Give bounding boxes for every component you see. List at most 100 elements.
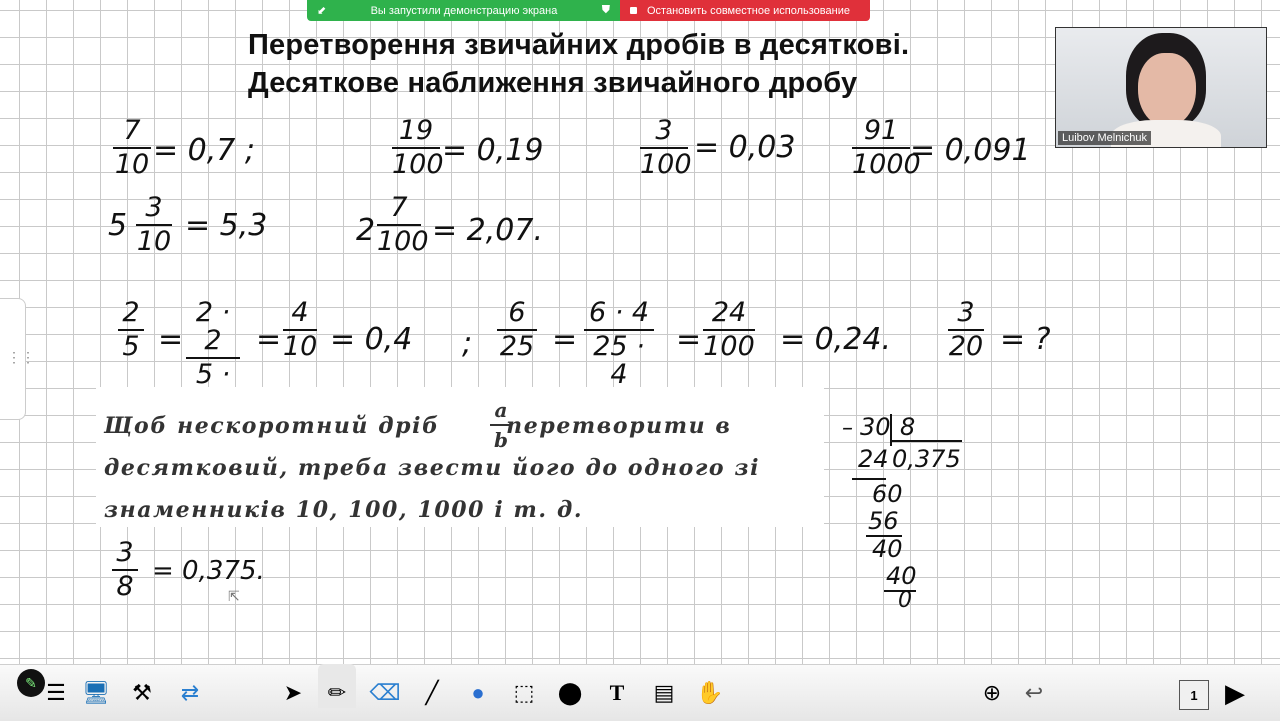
equals-sign: = xyxy=(676,322,702,357)
fill-icon[interactable]: ⬤ xyxy=(554,677,586,709)
denominator: 8 xyxy=(116,571,134,602)
denominator: 10 xyxy=(283,331,318,362)
fraction-2-5: 25 xyxy=(118,299,144,361)
cube-icon[interactable]: ⬚ xyxy=(508,677,540,709)
next-arrow-icon[interactable]: ▶ xyxy=(1219,677,1251,709)
fraction-91-1000: 91 1000 xyxy=(852,115,921,180)
pen-icon[interactable]: ✏ xyxy=(321,677,353,709)
page-number[interactable]: 1 xyxy=(1179,680,1209,710)
fraction-3-8: 38 xyxy=(112,539,138,601)
numerator: 91 xyxy=(863,115,899,146)
numerator: 3 xyxy=(145,192,163,223)
result-2-07: = 2,07. xyxy=(432,213,544,248)
circle-icon[interactable]: ● xyxy=(462,677,494,709)
undo-icon[interactable]: ↩ xyxy=(1018,677,1050,709)
divisor: 8 xyxy=(900,413,916,441)
fraction-24-100: 24 100 xyxy=(703,299,755,361)
denominator: 25 xyxy=(499,331,535,362)
step-24: 24 xyxy=(858,445,889,473)
denominator: 100 xyxy=(377,226,429,257)
rule-text: Щоб нескоротний дріб перетворити в десят… xyxy=(104,405,804,531)
numerator: 19 xyxy=(398,115,434,146)
sharing-status[interactable]: ⬋ Вы запустили демонстрацию экрана ⛊ xyxy=(307,0,620,21)
mouse-cursor-icon: ⇱ xyxy=(228,588,240,604)
grip-icon: ⋮⋮ xyxy=(7,349,35,365)
denominator: 10 xyxy=(136,226,172,257)
dividend: 30 xyxy=(860,413,891,441)
shield-icon: ⛊ xyxy=(601,4,610,16)
result-0-7: = 0,7 ; xyxy=(153,133,256,168)
participant-name: Luibov Melnichuk xyxy=(1058,131,1151,145)
title-line-1: Перетворення звичайних дробів в десятков… xyxy=(248,29,910,61)
fraction-7-100: 7 100 xyxy=(377,192,429,257)
eraser-icon[interactable]: ⌫ xyxy=(369,677,401,709)
rule-fraction-a-b: ab xyxy=(490,398,512,452)
fraction-4-10: 4 10 xyxy=(283,299,317,361)
result-0-375: = 0,375. xyxy=(152,556,265,586)
rule-part-1: Щоб нескоротний дріб xyxy=(104,413,440,439)
select-arrow-icon[interactable]: ➤ xyxy=(277,677,309,709)
stop-icon xyxy=(630,7,637,14)
screen-share-bar: ⬋ Вы запустили демонстрацию экрана ⛊ Ост… xyxy=(307,0,870,21)
denominator: 5 xyxy=(122,331,140,362)
fraction-6-25: 6 25 xyxy=(497,299,537,361)
denominator: 100 xyxy=(703,331,755,362)
denominator: 1000 xyxy=(852,149,921,180)
hand-icon[interactable]: ✋ xyxy=(694,677,726,709)
result-0-03: = 0,03 xyxy=(694,130,796,165)
fraction-3-20: 3 20 xyxy=(948,299,984,361)
separator: ; xyxy=(462,326,473,361)
stop-sharing-button[interactable]: Остановить совместное использование xyxy=(620,0,870,21)
step-40: 40 xyxy=(872,535,903,563)
page-icon[interactable]: ▤ xyxy=(648,677,680,709)
menu-icon[interactable]: ☰ xyxy=(40,677,72,709)
chevron-down-icon[interactable]: ⬋ xyxy=(317,4,326,17)
numerator: 7 xyxy=(390,192,408,223)
numerator: 2 · 2 xyxy=(195,297,231,356)
numerator: a xyxy=(494,398,508,422)
denominator: 25 · 4 xyxy=(593,331,645,390)
step-0: 0 xyxy=(898,588,912,613)
step-40b: 40 xyxy=(886,562,917,590)
side-panel-tab[interactable]: ⋮⋮ xyxy=(0,298,35,420)
result-0-24: = 0,24. xyxy=(780,322,892,357)
line-icon[interactable]: ╱ xyxy=(416,677,448,709)
numerator: 3 xyxy=(116,537,134,568)
denominator: 100 xyxy=(392,149,444,180)
minus-sign: – xyxy=(842,416,853,441)
numerator: 6 · 4 xyxy=(588,297,650,328)
share-icon[interactable]: ⇄ xyxy=(174,677,206,709)
webcam-person-face xyxy=(1138,53,1196,127)
equals-sign: = xyxy=(158,322,184,357)
title-line-2: Десяткове наближення звичайного дробу xyxy=(248,67,858,99)
stop-sharing-label: Остановить совместное использование xyxy=(647,4,850,17)
result-0-19: = 0,19 xyxy=(442,133,544,168)
numerator: 4 xyxy=(291,297,309,328)
tools-icon[interactable]: ⚒ xyxy=(126,677,158,709)
screen-icon[interactable]: 🖥 xyxy=(80,677,112,709)
numerator: 2 xyxy=(122,297,140,328)
fraction-7-10: 7 10 xyxy=(113,117,151,179)
denominator: 10 xyxy=(114,149,150,180)
result-question: = ? xyxy=(1000,322,1051,357)
webcam-video[interactable]: Luibov Melnichuk xyxy=(1055,27,1267,148)
whole-2: 2 xyxy=(356,213,376,248)
target-icon[interactable]: ⊕ xyxy=(976,677,1008,709)
denominator: 20 xyxy=(948,331,984,362)
numerator: 24 xyxy=(711,297,747,328)
text-icon[interactable]: T xyxy=(601,677,633,709)
equals-sign: = xyxy=(552,322,578,357)
whole-5: 5 xyxy=(108,208,128,243)
result-0-4: = 0,4 xyxy=(330,322,413,357)
numerator: 3 xyxy=(655,115,673,146)
numerator: 6 xyxy=(508,297,526,328)
step-56: 56 xyxy=(868,507,899,535)
fraction-3-10: 3 10 xyxy=(136,194,172,256)
fraction-6x4-25x4: 6 · 4 25 · 4 xyxy=(584,299,654,389)
denominator: 100 xyxy=(640,149,692,180)
quotient: 0,375 xyxy=(892,445,961,473)
fraction-3-100: 3 100 xyxy=(640,115,692,180)
denominator: b xyxy=(494,428,508,452)
result-5-3: = 5,3 xyxy=(185,208,268,243)
lesson-title: Перетворення звичайних дробів в десятков… xyxy=(248,26,909,102)
